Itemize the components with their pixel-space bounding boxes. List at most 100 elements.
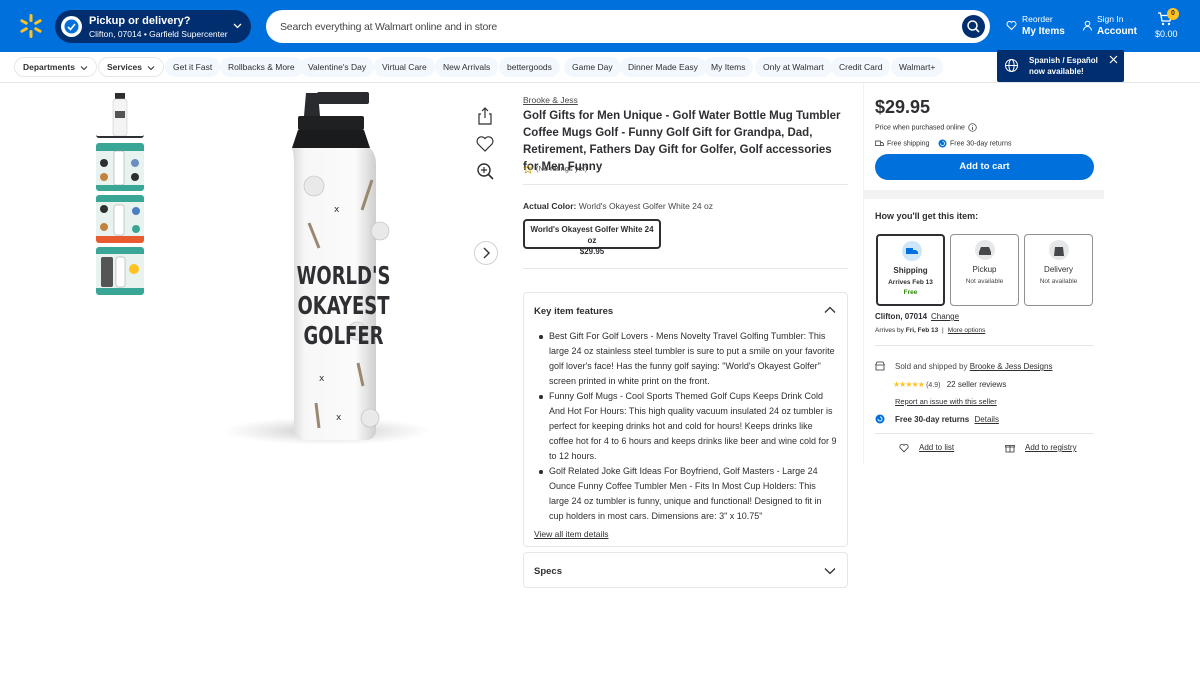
fulfillment-option-shipping[interactable]: Shipping Arrives Feb 13 Free bbox=[876, 234, 945, 306]
svg-text:x: x bbox=[336, 413, 342, 423]
account-label: Account bbox=[1097, 26, 1137, 37]
share-icon[interactable] bbox=[474, 105, 496, 127]
sign-in-label: Sign In bbox=[1097, 14, 1124, 24]
free-shipping: Free shipping bbox=[875, 139, 929, 148]
seller-rating-line[interactable]: ★★★★★ (4.9) 22 seller reviews bbox=[893, 380, 1006, 389]
variant-option-selected[interactable]: World's Okayest Golfer White 24 oz $29.9… bbox=[523, 219, 661, 256]
nav-link-game-day[interactable]: Game Day bbox=[564, 57, 621, 77]
next-image-button[interactable] bbox=[474, 241, 498, 265]
delivery-location: Clifton, 07014 Change bbox=[875, 312, 959, 321]
seller-rating-value: (4.9) bbox=[926, 382, 941, 389]
fulfillment-section: How you'll get this item: Shipping Arriv… bbox=[863, 199, 1104, 345]
report-issue-link[interactable]: Report an issue with this seller bbox=[895, 397, 997, 406]
specs-card[interactable]: Specs bbox=[523, 552, 848, 588]
add-to-registry-link[interactable]: Add to registry bbox=[1025, 443, 1077, 452]
nav-link-walmart-plus[interactable]: Walmart+ bbox=[891, 57, 944, 77]
reorder-label: Reorder bbox=[1022, 14, 1053, 24]
buy-box: $29.95 Price when purchased online Free … bbox=[863, 83, 1104, 464]
seller-link[interactable]: Brooke & Jess Designs bbox=[970, 362, 1053, 371]
services-button[interactable]: Services bbox=[98, 57, 164, 77]
location-text: Clifton, 07014 bbox=[875, 312, 928, 321]
gift-icon bbox=[1005, 445, 1015, 453]
product-thumbnail-3[interactable] bbox=[96, 195, 144, 243]
view-all-details-link[interactable]: View all item details bbox=[534, 529, 609, 539]
nav-link-rollbacks[interactable]: Rollbacks & More bbox=[220, 57, 303, 77]
bottle-print-line-3: GOLFER bbox=[304, 322, 384, 351]
svg-text:x: x bbox=[334, 205, 340, 215]
globe-icon bbox=[1005, 59, 1018, 72]
departments-button[interactable]: Departments bbox=[14, 57, 97, 77]
search-button[interactable] bbox=[962, 15, 985, 38]
cart-count-badge: 0 bbox=[1167, 8, 1179, 20]
fulfillment-option-delivery[interactable]: Delivery Not available bbox=[1024, 234, 1093, 306]
heart-icon bbox=[1006, 21, 1017, 31]
search-input[interactable] bbox=[280, 17, 940, 37]
returns-details-link[interactable]: Details bbox=[975, 415, 999, 424]
chevron-down-icon bbox=[147, 65, 155, 70]
change-location-link[interactable]: Change bbox=[931, 312, 959, 321]
language-banner: Spanish / Español now available! bbox=[997, 50, 1124, 82]
arrives-by-line: Arrives by Fri, Feb 13 | More options bbox=[875, 327, 986, 334]
walmart-spark-logo[interactable] bbox=[18, 13, 44, 39]
shipping-arrives: Arrives Feb 13 bbox=[888, 279, 933, 286]
nav-link-my-items[interactable]: My Items bbox=[703, 57, 754, 77]
price: $29.95 bbox=[875, 97, 931, 117]
nav-link-only-at-walmart[interactable]: Only at Walmart bbox=[755, 57, 832, 77]
pickup-delivery-selector[interactable]: Pickup or delivery? Clifton, 07014 • Gar… bbox=[55, 10, 251, 43]
insulated-thumbnail-image bbox=[96, 195, 144, 243]
rating-text: (No ratings yet) bbox=[536, 164, 588, 173]
bottle-thumbnail-image bbox=[112, 93, 128, 136]
more-options-link[interactable]: More options bbox=[948, 327, 986, 334]
zoom-in-icon[interactable] bbox=[474, 160, 496, 182]
reorder-my-items[interactable]: Reorder My Items bbox=[1006, 13, 1076, 41]
close-icon[interactable] bbox=[1109, 55, 1118, 64]
nav-link-get-it-fast[interactable]: Get it Fast bbox=[165, 57, 221, 77]
shipping-truck-icon bbox=[902, 241, 922, 261]
seller-rating-stars: ★★★★★ bbox=[893, 380, 925, 389]
seller-reviews: 22 seller reviews bbox=[946, 380, 1007, 389]
sold-by-prefix: Sold and shipped by bbox=[895, 362, 968, 371]
price-section: $29.95 Price when purchased online Free … bbox=[863, 83, 1104, 190]
svg-text:x: x bbox=[319, 374, 325, 384]
favorite-heart-icon[interactable] bbox=[474, 133, 496, 155]
pickup-option-title: Pickup bbox=[972, 265, 997, 274]
delivery-option-status: Not available bbox=[1039, 278, 1078, 285]
info-icon[interactable] bbox=[968, 123, 977, 132]
chevron-up-icon[interactable] bbox=[824, 304, 836, 316]
returns-icon bbox=[875, 414, 885, 424]
free-returns: Free 30-day returns bbox=[938, 139, 1011, 148]
product-thumbnail-4[interactable] bbox=[96, 247, 144, 295]
search-bar bbox=[266, 10, 990, 43]
store-icon bbox=[875, 361, 885, 371]
dimensions-thumbnail-image bbox=[96, 247, 144, 295]
color-value: World's Okayest Golfer White 24 oz bbox=[578, 201, 713, 211]
features-list: Best Gift For Golf Lovers - Mens Novelty… bbox=[538, 329, 838, 524]
returns-icon bbox=[938, 139, 947, 148]
top-header: Pickup or delivery? Clifton, 07014 • Gar… bbox=[0, 0, 1200, 52]
product-thumbnail-1[interactable] bbox=[96, 90, 144, 138]
departments-label: Departments bbox=[23, 62, 75, 72]
nav-link-valentines-day[interactable]: Valentine's Day bbox=[300, 57, 375, 77]
shipping-free: Free bbox=[903, 289, 918, 296]
color-label-title: Actual Color: bbox=[523, 201, 577, 211]
nav-link-virtual-care[interactable]: Virtual Care bbox=[374, 57, 435, 77]
sign-in-account[interactable]: Sign In Account bbox=[1082, 13, 1142, 41]
brand-link[interactable]: Brooke & Jess bbox=[523, 95, 578, 105]
nav-link-dinner-made-easy[interactable]: Dinner Made Easy bbox=[620, 57, 706, 77]
features-thumbnail-image bbox=[96, 143, 144, 191]
add-to-list-link[interactable]: Add to list bbox=[919, 443, 954, 452]
language-banner-text: Spanish / Español now available! bbox=[1029, 56, 1098, 76]
add-to-cart-button[interactable]: Add to cart bbox=[875, 154, 1094, 180]
nav-link-credit-card[interactable]: Credit Card bbox=[831, 57, 891, 77]
product-thumbnail-2[interactable] bbox=[96, 143, 144, 191]
nav-link-bettergoods[interactable]: bettergoods bbox=[499, 57, 560, 77]
my-items-label: My Items bbox=[1022, 26, 1065, 37]
nav-link-new-arrivals[interactable]: New Arrivals bbox=[435, 57, 499, 77]
returns-line: Free 30-day returns Details bbox=[895, 415, 999, 424]
pickup-car-icon bbox=[975, 240, 995, 260]
returns-bold: Free 30-day returns bbox=[895, 415, 970, 424]
report-issue-text: Report an issue with this seller bbox=[895, 397, 997, 406]
fulfillment-option-pickup[interactable]: Pickup Not available bbox=[950, 234, 1019, 306]
product-main-image[interactable]: x x x WORLD'S OKAYEST GOLFER bbox=[222, 88, 432, 448]
rating-summary[interactable]: (No ratings yet) bbox=[523, 164, 587, 174]
